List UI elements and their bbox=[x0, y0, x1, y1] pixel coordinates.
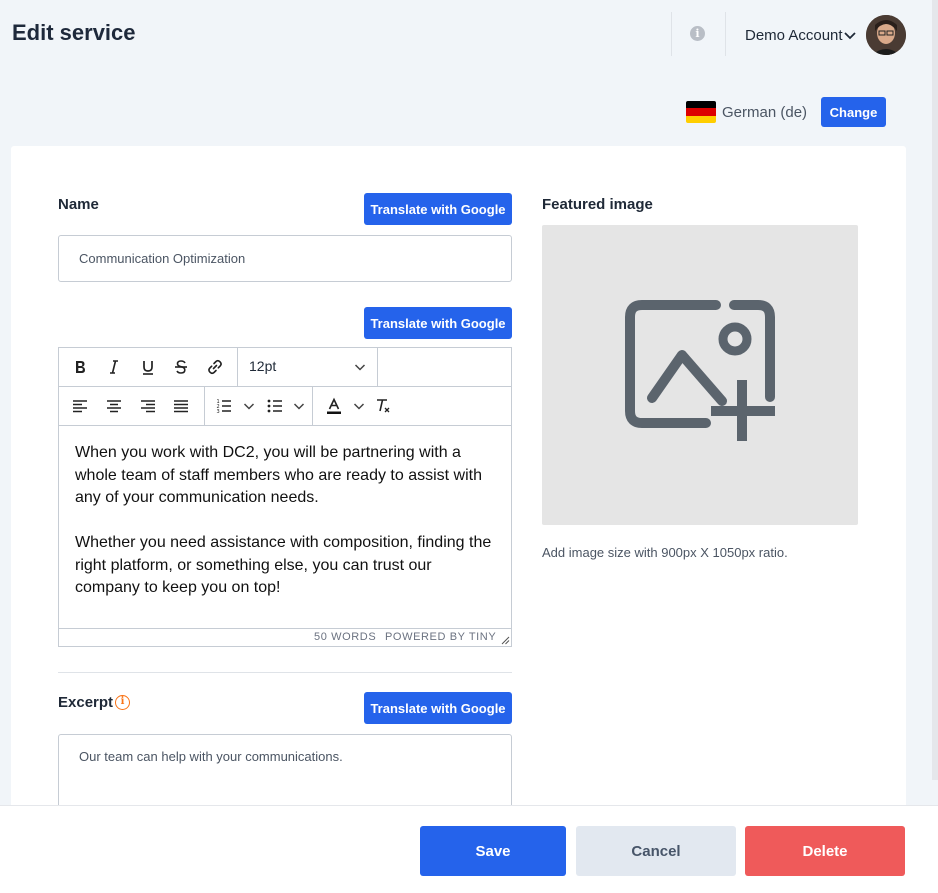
header-divider bbox=[725, 12, 726, 56]
chevron-down-icon[interactable] bbox=[353, 400, 365, 412]
name-label: Name bbox=[58, 196, 99, 213]
editor-statusbar: 50 WORDS POWERED BY TINY bbox=[59, 628, 511, 646]
font-size-select[interactable]: 12pt bbox=[249, 358, 276, 374]
clear-formatting-icon[interactable] bbox=[372, 395, 394, 417]
translate-name-button[interactable]: Translate with Google bbox=[364, 193, 512, 225]
add-image-icon bbox=[625, 300, 775, 441]
avatar[interactable] bbox=[866, 15, 906, 55]
editor-toolbar-row-2: 123 bbox=[59, 387, 511, 426]
cancel-button[interactable]: Cancel bbox=[576, 826, 736, 876]
name-field[interactable] bbox=[58, 235, 512, 282]
language-label: German (de) bbox=[722, 104, 808, 121]
editor-paragraph: Whether you need assistance with composi… bbox=[75, 534, 492, 596]
action-footer: Save Cancel Delete bbox=[0, 805, 938, 893]
toolbar-separator bbox=[377, 348, 378, 386]
chevron-down-icon[interactable] bbox=[843, 28, 857, 42]
chevron-down-icon[interactable] bbox=[293, 400, 305, 412]
chevron-down-icon[interactable] bbox=[243, 400, 255, 412]
rich-text-editor[interactable]: 12pt 123 When you work with DC2, you wil… bbox=[58, 347, 512, 647]
toolbar-separator bbox=[237, 348, 238, 386]
account-menu-label[interactable]: Demo Account bbox=[745, 27, 843, 44]
align-right-icon[interactable] bbox=[137, 395, 159, 417]
bullet-list-icon[interactable] bbox=[264, 395, 286, 417]
page-title: Edit service bbox=[12, 20, 136, 45]
editor-paragraph: When you work with DC2, you will be part… bbox=[75, 444, 482, 506]
toolbar-separator bbox=[312, 387, 313, 425]
header-divider bbox=[671, 12, 672, 56]
text-color-icon[interactable] bbox=[323, 395, 345, 417]
featured-image-label: Featured image bbox=[542, 196, 653, 213]
align-left-icon[interactable] bbox=[69, 395, 91, 417]
underline-icon[interactable] bbox=[137, 356, 159, 378]
translate-excerpt-button[interactable]: Translate with Google bbox=[364, 692, 512, 724]
svg-text:3: 3 bbox=[217, 409, 220, 415]
form-card: Name Translate with Google Translate wit… bbox=[11, 146, 906, 893]
info-icon[interactable]: i bbox=[690, 26, 705, 41]
powered-by-link[interactable]: POWERED BY TINY bbox=[385, 631, 496, 643]
translate-description-button[interactable]: Translate with Google bbox=[364, 307, 512, 339]
page-scrollbar[interactable] bbox=[932, 0, 938, 780]
german-flag-icon bbox=[686, 101, 716, 123]
chevron-down-icon[interactable] bbox=[354, 361, 366, 373]
align-center-icon[interactable] bbox=[103, 395, 125, 417]
link-icon[interactable] bbox=[204, 356, 226, 378]
featured-image-upload[interactable] bbox=[542, 225, 858, 525]
bold-icon[interactable] bbox=[69, 356, 91, 378]
section-divider bbox=[58, 672, 512, 673]
toolbar-separator bbox=[204, 387, 205, 425]
delete-button[interactable]: Delete bbox=[745, 826, 905, 876]
numbered-list-icon[interactable]: 123 bbox=[213, 395, 235, 417]
image-size-hint: Add image size with 900px X 1050px ratio… bbox=[542, 545, 788, 560]
info-icon[interactable]: i bbox=[115, 695, 130, 710]
change-language-button[interactable]: Change bbox=[821, 97, 886, 127]
strikethrough-icon[interactable] bbox=[170, 356, 192, 378]
align-justify-icon[interactable] bbox=[170, 395, 192, 417]
editor-toolbar-row-1: 12pt bbox=[59, 348, 511, 387]
excerpt-label: Excerpt bbox=[58, 694, 114, 711]
word-count[interactable]: 50 WORDS bbox=[314, 631, 376, 643]
app-header: Edit service i Demo Account bbox=[0, 0, 938, 70]
italic-icon[interactable] bbox=[103, 356, 125, 378]
save-button[interactable]: Save bbox=[420, 826, 566, 876]
resize-handle-icon[interactable] bbox=[500, 635, 510, 645]
editor-content[interactable]: When you work with DC2, you will be part… bbox=[75, 442, 500, 622]
excerpt-field[interactable]: Our team can help with your communicatio… bbox=[58, 734, 512, 814]
